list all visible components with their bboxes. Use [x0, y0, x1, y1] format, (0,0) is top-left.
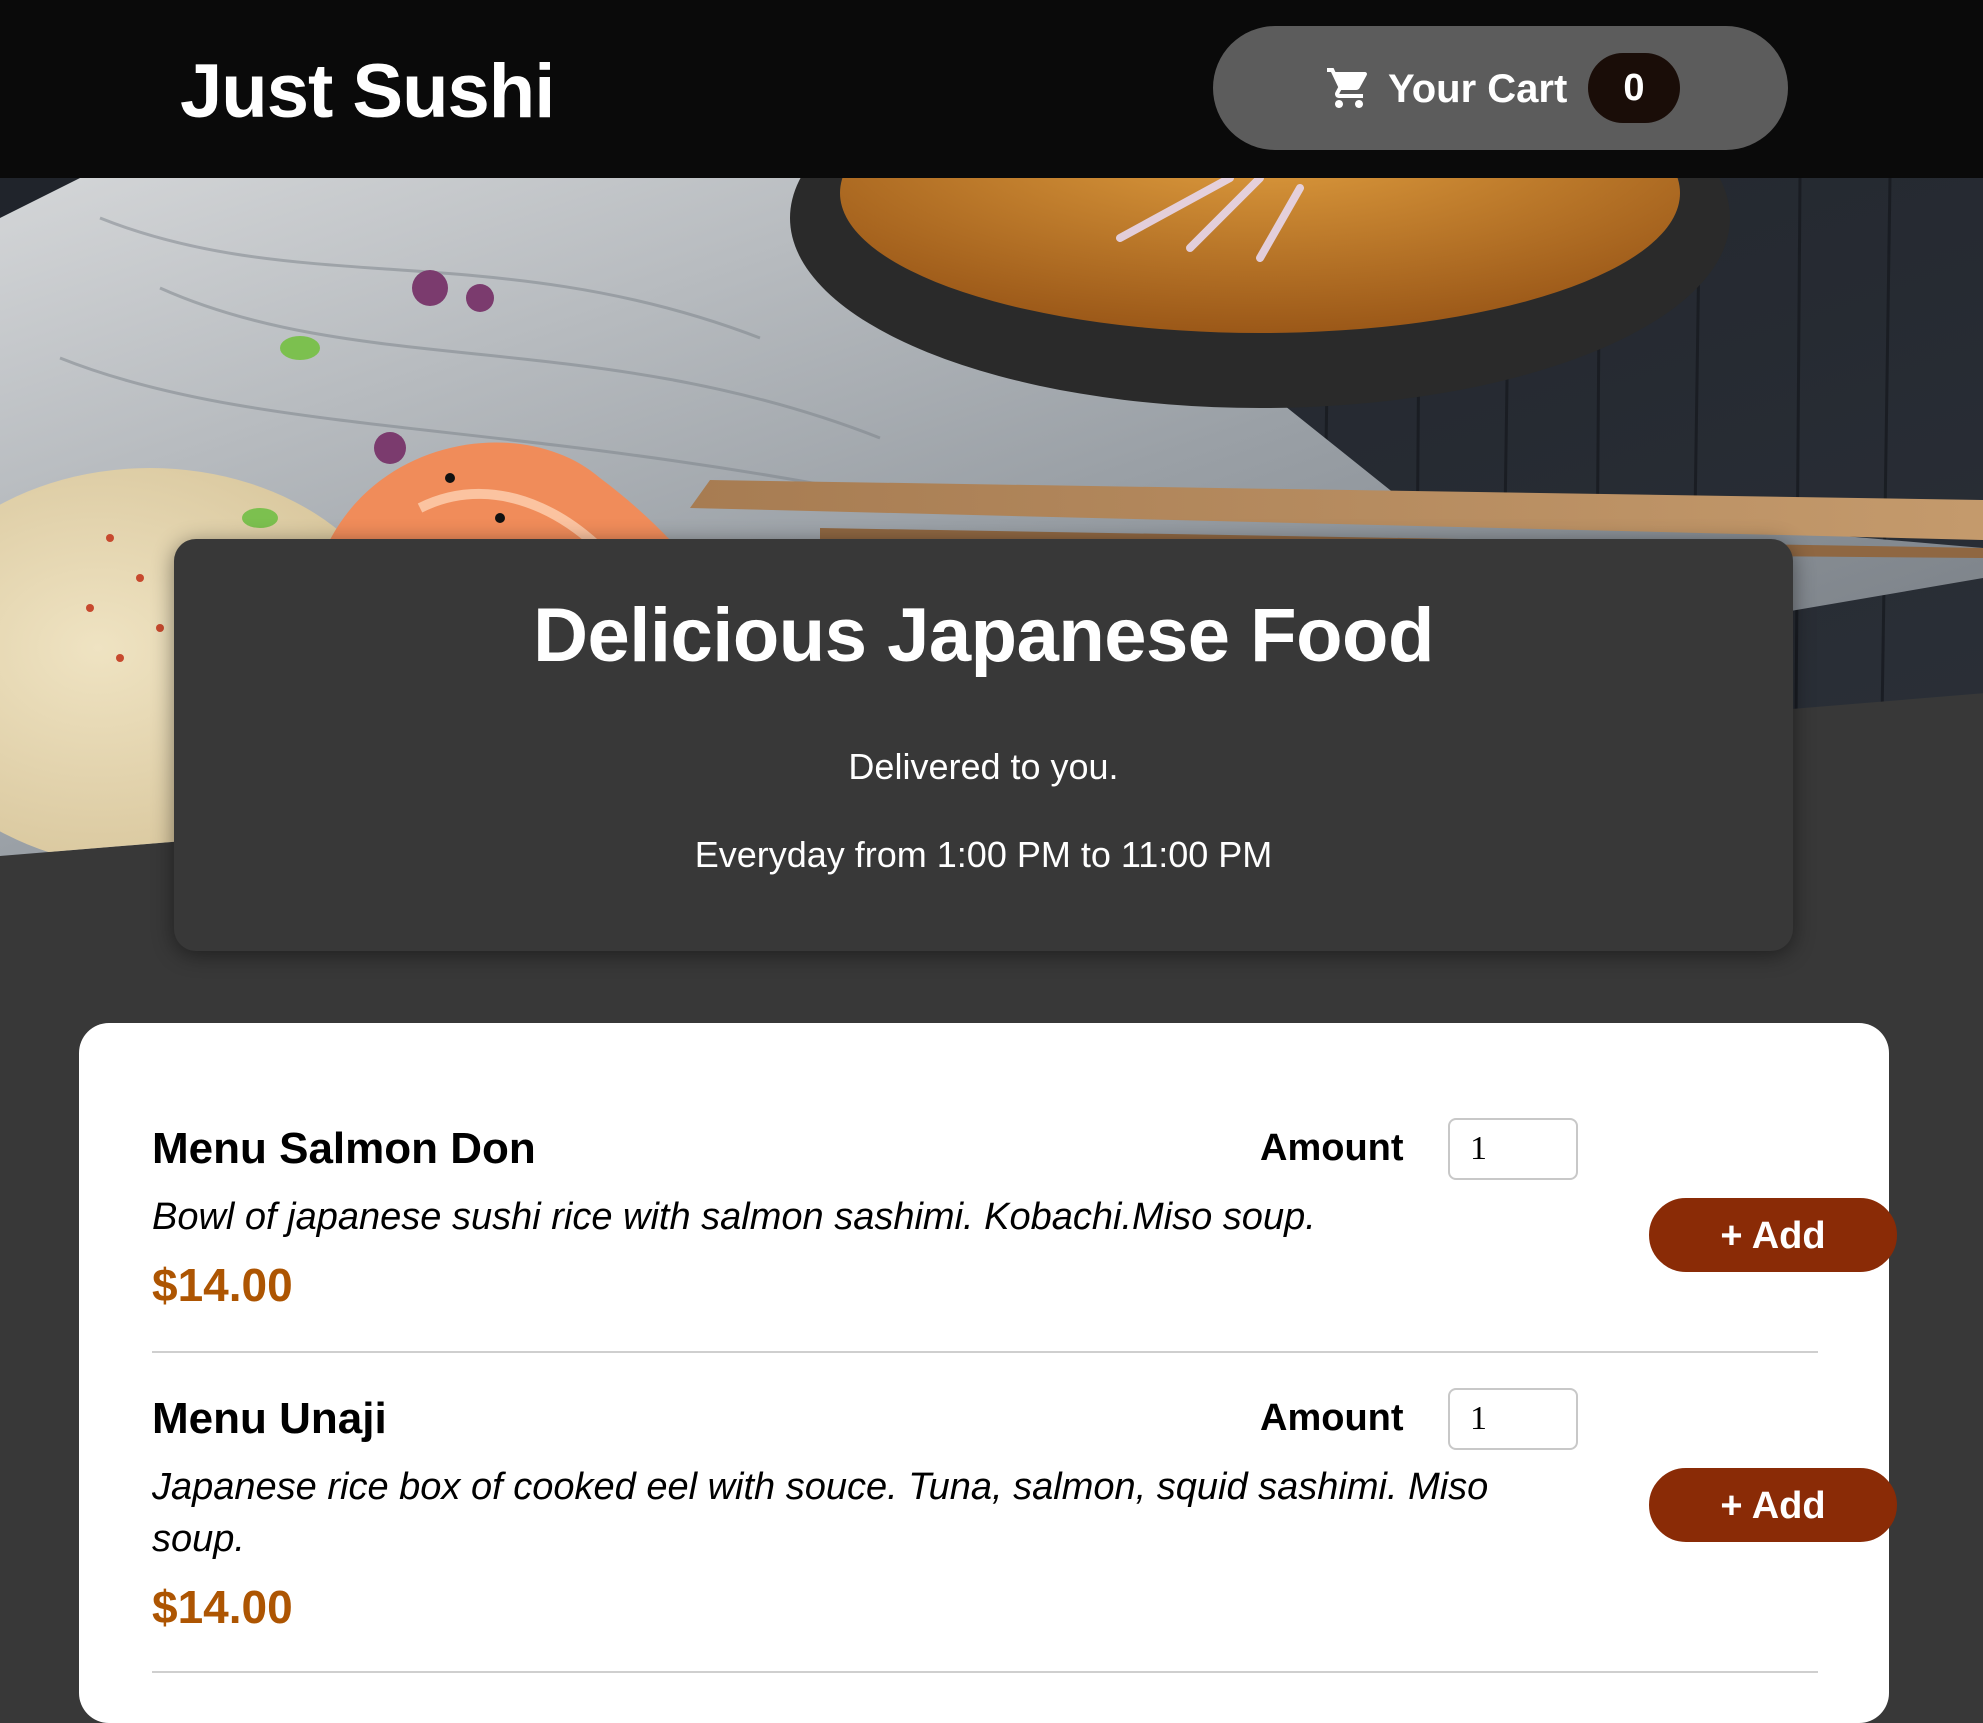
summary-title: Delicious Japanese Food: [533, 593, 1434, 678]
cart-count-badge: 0: [1588, 53, 1680, 123]
restaurant-summary: Delicious Japanese Food Delivered to you…: [174, 539, 1793, 951]
cart-label: Your Cart: [1388, 67, 1568, 111]
site-logo: Just Sushi: [180, 49, 555, 134]
meal-description: Japanese rice box of cooked eel with sou…: [152, 1466, 1489, 1560]
meal-description: Bowl of japanese sushi rice with salmon …: [152, 1196, 1316, 1238]
meal-item: Menu Salmon Don Bowl of japanese sushi r…: [152, 1093, 1897, 1353]
add-to-cart-button[interactable]: + Add: [1649, 1198, 1897, 1272]
amount-input[interactable]: [1448, 1388, 1578, 1450]
amount-label: Amount: [1260, 1397, 1404, 1439]
meal-item: Menu Unaji Japanese rice box of cooked e…: [152, 1363, 1897, 1673]
summary-delivery-text: Delivered to you.: [848, 746, 1119, 787]
shopping-cart-icon: [1327, 68, 1368, 108]
summary-hours-text: Everyday from 1:00 PM to 11:00 PM: [694, 834, 1273, 875]
add-to-cart-button[interactable]: + Add: [1649, 1468, 1897, 1542]
meal-name: Menu Salmon Don: [152, 1124, 536, 1173]
amount-input[interactable]: [1448, 1118, 1578, 1180]
meal-name: Menu Unaji: [152, 1394, 387, 1443]
cart-button[interactable]: Your Cart 0: [1213, 26, 1788, 150]
meal-price: $14.00: [152, 1581, 293, 1633]
app-header: Just Sushi Your Cart 0: [0, 0, 1983, 178]
amount-label: Amount: [1260, 1127, 1404, 1169]
meal-price: $14.00: [152, 1259, 293, 1311]
meals-list: Menu Salmon Don Bowl of japanese sushi r…: [79, 1023, 1897, 1723]
